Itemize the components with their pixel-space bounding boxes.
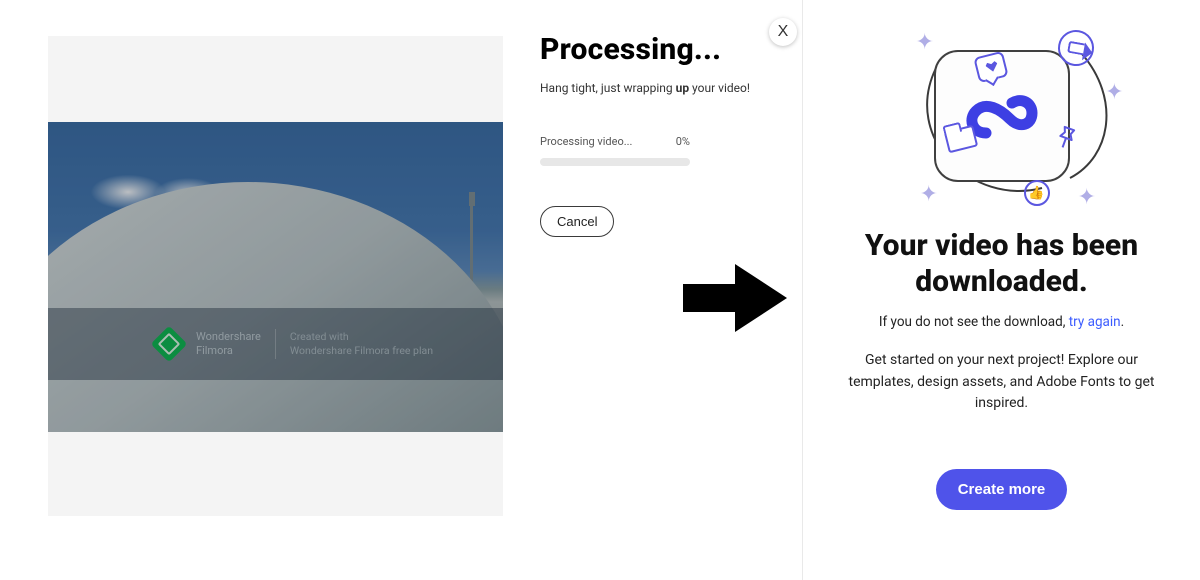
progress-bar (540, 158, 690, 166)
download-complete-title: Your video has been downloaded. (803, 228, 1200, 300)
processing-status-row: Processing video... 0% (540, 135, 690, 148)
sparkle-icon: ✦ (920, 182, 938, 207)
processing-subtitle-suffix: your video! (689, 81, 750, 95)
watermark-created-line1: Created with (290, 330, 433, 344)
watermark-created-line2: Wondershare Filmora free plan (290, 344, 433, 358)
processing-status-label: Processing video... (540, 135, 632, 148)
processing-subtitle-bold: up (676, 81, 689, 95)
create-more-button[interactable]: Create more (936, 469, 1068, 510)
watermark-created: Created with Wondershare Filmora free pl… (290, 330, 433, 358)
watermark-brand-line2: Filmora (196, 344, 261, 358)
processing-title: Processing... (540, 32, 790, 67)
watermark-divider (275, 329, 276, 359)
watermark-brand-line1: Wondershare (196, 330, 261, 344)
video-thumbnail: Wondershare Filmora Created with Wonders… (48, 122, 503, 432)
transition-arrow-icon (683, 264, 787, 332)
close-button[interactable]: X (769, 18, 797, 46)
processing-percent-label: 0% (676, 135, 690, 148)
sparkle-icon: ✦ (1078, 185, 1096, 210)
download-complete-subtext: If you do not see the download, try agai… (803, 314, 1200, 330)
express-loop-icon (966, 91, 1038, 141)
filmora-logo-icon (151, 326, 188, 363)
thumbs-up-icon: 👍 (1024, 180, 1050, 206)
pole-top-decoration (469, 192, 475, 206)
sparkle-icon: ✦ (916, 30, 934, 55)
video-preview-area: Wondershare Filmora Created with Wonders… (48, 36, 503, 516)
download-complete-body: Get started on your next project! Explor… (803, 350, 1200, 415)
cancel-button[interactable]: Cancel (540, 206, 614, 237)
watermark-brand: Wondershare Filmora (196, 330, 261, 359)
download-sub-prefix: If you do not see the download, (879, 314, 1069, 330)
processing-panel: Processing... Hang tight, just wrapping … (540, 32, 790, 237)
download-sub-suffix: . (1121, 314, 1125, 330)
success-illustration: ✦ ✦ ✦ ✦ 👍 (872, 30, 1132, 210)
close-icon: X (778, 23, 789, 41)
download-complete-panel: ✦ ✦ ✦ ✦ 👍 Your video has been downloaded… (802, 0, 1200, 580)
dome-decoration (48, 182, 503, 432)
sparkle-icon: ✦ (1105, 80, 1123, 105)
try-again-link[interactable]: try again (1069, 314, 1121, 330)
processing-subtitle: Hang tight, just wrapping up your video! (540, 81, 790, 95)
watermark-strip: Wondershare Filmora Created with Wonders… (48, 308, 503, 380)
processing-subtitle-prefix: Hang tight, just wrapping (540, 81, 676, 95)
